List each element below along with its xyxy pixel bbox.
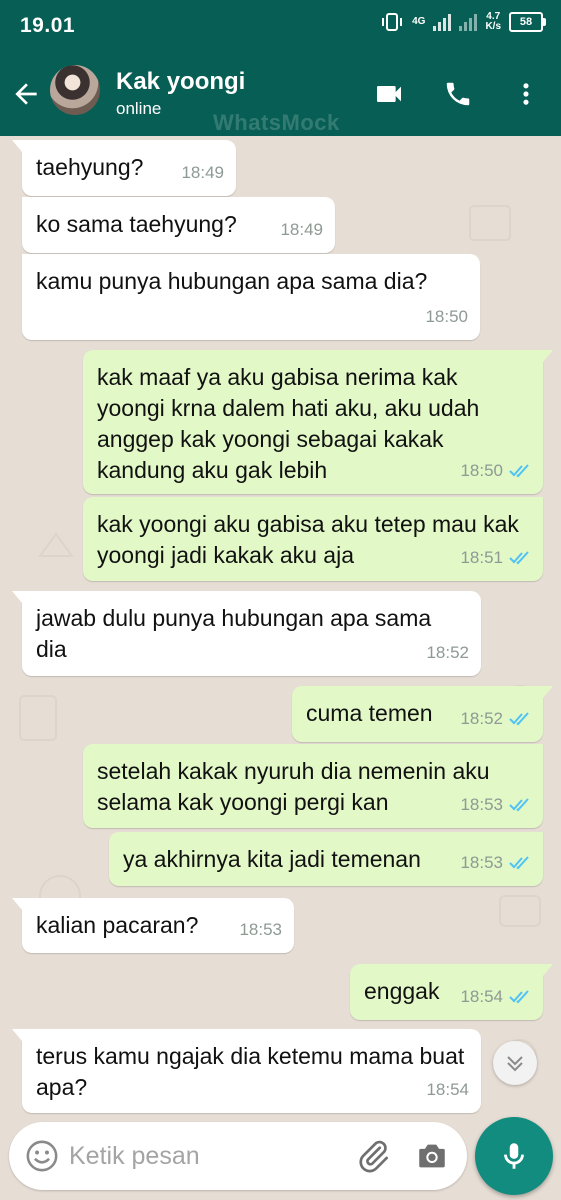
message-text: taehyung? bbox=[36, 154, 144, 180]
message-meta: 18:49 bbox=[181, 157, 224, 188]
message-outgoing[interactable]: ya akhirnya kita jadi temenan 18:53 bbox=[109, 832, 543, 886]
signal-icon bbox=[433, 13, 452, 31]
contact-name[interactable]: Kak yoongi bbox=[116, 68, 245, 96]
message-time: 18:53 bbox=[239, 920, 282, 939]
watermark: WhatsMock bbox=[213, 110, 340, 135]
message-text: terus kamu ngajak dia ketemu mama buat a… bbox=[36, 1043, 465, 1100]
chevron-double-down-icon bbox=[507, 1056, 523, 1072]
message-meta: 18:52 bbox=[460, 703, 531, 734]
message-text: kalian pacaran? bbox=[36, 912, 199, 938]
message-meta: 18:52 bbox=[426, 637, 469, 668]
message-time: 18:53 bbox=[460, 795, 503, 814]
message-outgoing[interactable]: kak maaf ya aku gabisa nerima kak yoongi… bbox=[83, 350, 553, 494]
double-check-icon bbox=[509, 797, 529, 811]
message-text: setelah kakak nyuruh dia nemenin aku sel… bbox=[97, 758, 490, 815]
message-time: 18:54 bbox=[426, 1080, 469, 1099]
message-incoming[interactable]: jawab dulu punya hubungan apa sama dia 1… bbox=[12, 591, 481, 676]
message-meta: 18:53 bbox=[460, 847, 531, 878]
message-time: 18:54 bbox=[460, 987, 503, 1006]
phone-icon bbox=[446, 82, 470, 106]
double-check-icon bbox=[509, 711, 529, 725]
network-speed: 4.7 K/s bbox=[485, 11, 501, 32]
status-time: 19.01 bbox=[20, 14, 76, 37]
message-outgoing[interactable]: kak yoongi aku gabisa aku tetep mau kak … bbox=[83, 497, 543, 581]
message-incoming[interactable]: ko sama taehyung? 18:49 bbox=[22, 197, 335, 253]
message-meta: 18:54 bbox=[426, 1074, 469, 1105]
voice-message-button[interactable] bbox=[475, 1117, 553, 1195]
battery-icon: 58 bbox=[509, 12, 546, 32]
message-text: kak maaf ya aku gabisa nerima kak yoongi… bbox=[97, 364, 480, 483]
message-text: ya akhirnya kita jadi temenan bbox=[123, 846, 421, 872]
message-time: 18:49 bbox=[280, 220, 323, 239]
message-incoming[interactable]: taehyung? 18:49 bbox=[12, 140, 236, 196]
chat-header: Kak yoongi online WhatsMock bbox=[0, 52, 561, 136]
status-bar: 19.01 4G 4.7 K/s 58 bbox=[0, 0, 561, 52]
video-camera-icon bbox=[377, 86, 401, 102]
message-outgoing[interactable]: cuma temen 18:52 bbox=[292, 686, 553, 742]
more-options-button[interactable] bbox=[506, 74, 546, 114]
message-outgoing[interactable]: enggak 18:54 bbox=[350, 964, 553, 1020]
microphone-icon bbox=[504, 1143, 524, 1169]
message-outgoing[interactable]: setelah kakak nyuruh dia nemenin aku sel… bbox=[83, 744, 543, 828]
double-check-icon bbox=[509, 855, 529, 869]
double-check-icon bbox=[509, 463, 529, 477]
message-time: 18:50 bbox=[425, 307, 468, 326]
status-icons: 4G 4.7 K/s 58 bbox=[380, 11, 546, 32]
message-text: kak yoongi aku gabisa aku tetep mau kak … bbox=[97, 511, 519, 568]
message-time: 18:51 bbox=[460, 548, 503, 567]
more-vertical-icon bbox=[523, 83, 529, 105]
network-indicator: 4G bbox=[412, 16, 426, 27]
message-meta: 18:54 bbox=[460, 981, 531, 1012]
signal-2-icon bbox=[459, 13, 478, 31]
voice-call-button[interactable] bbox=[438, 74, 478, 114]
message-text: jawab dulu punya hubungan apa sama dia bbox=[36, 605, 432, 662]
message-meta: 18:51 bbox=[460, 542, 531, 573]
message-meta: 18:53 bbox=[460, 789, 531, 820]
message-meta: 18:53 bbox=[239, 914, 282, 945]
message-time: 18:49 bbox=[181, 163, 224, 182]
message-meta: 18:50 bbox=[425, 301, 468, 332]
back-button[interactable] bbox=[10, 74, 46, 114]
message-text: kamu punya hubungan apa sama dia? bbox=[36, 268, 428, 294]
message-incoming[interactable]: terus kamu ngajak dia ketemu mama buat a… bbox=[12, 1029, 481, 1113]
message-text: enggak bbox=[364, 978, 440, 1004]
contact-avatar[interactable] bbox=[50, 65, 100, 115]
emoji-icon[interactable] bbox=[25, 1139, 59, 1173]
contact-status: online bbox=[116, 99, 162, 118]
arrow-left-icon bbox=[15, 83, 37, 105]
message-composer[interactable]: Ketik pesan bbox=[9, 1122, 467, 1190]
video-call-button[interactable] bbox=[369, 74, 409, 114]
camera-icon[interactable] bbox=[415, 1139, 449, 1173]
message-time: 18:52 bbox=[426, 643, 469, 662]
chat-area[interactable]: taehyung? 18:49 ko sama taehyung? 18:49 … bbox=[0, 136, 561, 1200]
message-incoming[interactable]: kalian pacaran? 18:53 bbox=[12, 898, 294, 953]
message-text: ko sama taehyung? bbox=[36, 211, 237, 237]
scroll-to-bottom-button[interactable] bbox=[493, 1041, 537, 1085]
message-meta: 18:49 bbox=[280, 214, 323, 245]
battery-level: 58 bbox=[519, 16, 533, 28]
message-incoming[interactable]: kamu punya hubungan apa sama dia? 18:50 bbox=[22, 254, 480, 340]
vibrate-icon bbox=[382, 13, 403, 31]
double-check-icon bbox=[509, 550, 529, 564]
message-meta: 18:50 bbox=[460, 455, 531, 486]
paperclip-icon[interactable] bbox=[355, 1138, 391, 1174]
message-time: 18:53 bbox=[460, 853, 503, 872]
double-check-icon bbox=[509, 989, 529, 1003]
message-time: 18:52 bbox=[460, 709, 503, 728]
message-text: cuma temen bbox=[306, 700, 433, 726]
message-input[interactable]: Ketik pesan bbox=[69, 1142, 200, 1171]
message-time: 18:50 bbox=[460, 461, 503, 480]
